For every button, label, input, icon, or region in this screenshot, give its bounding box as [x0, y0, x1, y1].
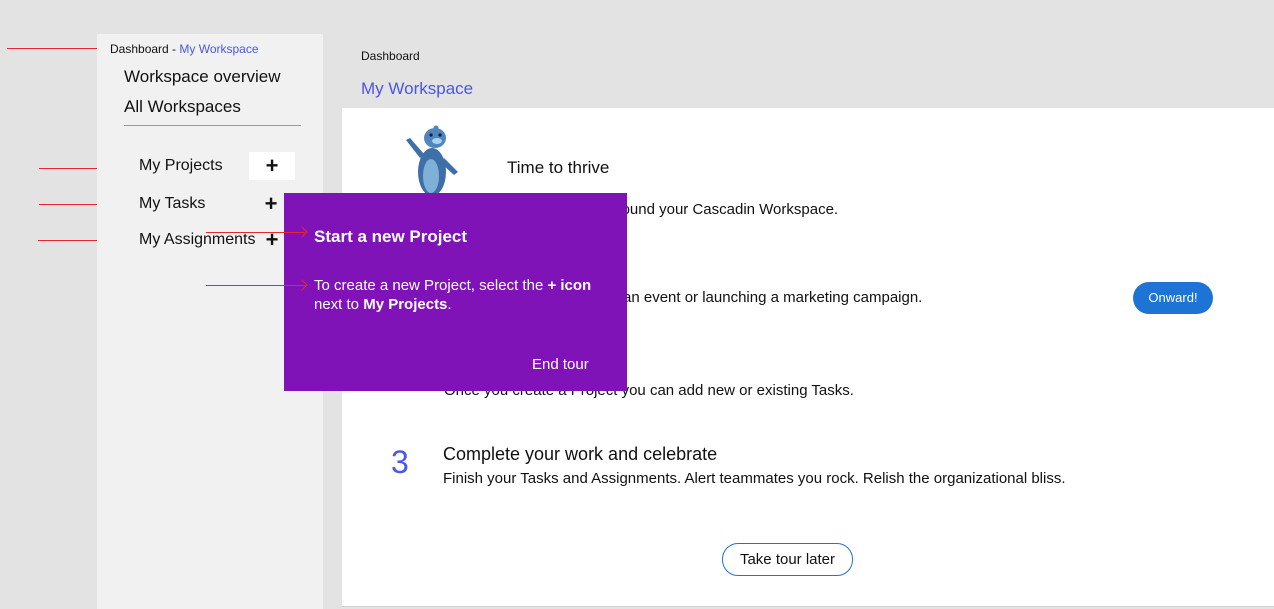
- main-header: Dashboard My Workspace: [342, 34, 1274, 108]
- onward-button[interactable]: Onward!: [1133, 282, 1213, 314]
- tooltip-body-text-3: .: [447, 296, 452, 313]
- step3-title: Complete your work and celebrate: [443, 444, 718, 464]
- tooltip-body-plus-icon-text: + icon: [547, 277, 592, 294]
- tooltip-body-my-projects-text: My Projects: [363, 296, 448, 313]
- breadcrumb-my-workspace-link[interactable]: My Workspace: [179, 42, 258, 56]
- tooltip-title: Start a new Project: [314, 227, 468, 246]
- tooltip-body-text-1: To create a new Project, select the: [314, 277, 548, 294]
- welcome-title: Time to thrive: [507, 158, 610, 177]
- sidebar-nav: Workspace overview All Workspaces: [124, 66, 281, 126]
- tooltip-body: To create a new Project, select the + ic…: [314, 276, 614, 314]
- sidebar-breadcrumb: Dashboard - My Workspace: [110, 42, 259, 56]
- nav-all-workspaces[interactable]: All Workspaces: [124, 96, 281, 126]
- annotation-arrow-breadcrumb: [7, 48, 105, 49]
- sidebar-divider: [124, 125, 301, 126]
- take-tour-later-button[interactable]: Take tour later: [722, 543, 853, 576]
- nav-workspace-overview[interactable]: Workspace overview: [124, 66, 281, 96]
- panel-divider: [342, 606, 1274, 607]
- tour-tooltip: Start a new Project To create a new Proj…: [284, 193, 627, 391]
- sidebar-item-my-assignments[interactable]: My Assignments: [139, 231, 255, 249]
- step3-description: Finish your Tasks and Assignments. Alert…: [443, 470, 1066, 487]
- sidebar-item-my-tasks[interactable]: My Tasks: [139, 195, 205, 213]
- breadcrumb-dashboard[interactable]: Dashboard -: [110, 42, 179, 56]
- tooltip-body-text-2: next to: [314, 296, 364, 313]
- otter-mascot-illustration: [406, 125, 458, 196]
- annotation-arrow-tooltip-title: [206, 232, 305, 233]
- sidebar-item-my-projects[interactable]: My Projects: [139, 157, 223, 175]
- step3-number: 3: [391, 444, 409, 480]
- annotation-arrow-tooltip-body: [206, 285, 305, 286]
- end-tour-button[interactable]: End tour: [532, 356, 589, 373]
- header-breadcrumb[interactable]: Dashboard: [361, 49, 420, 63]
- add-project-plus-icon[interactable]: +: [249, 152, 295, 180]
- page-title: My Workspace: [361, 79, 474, 98]
